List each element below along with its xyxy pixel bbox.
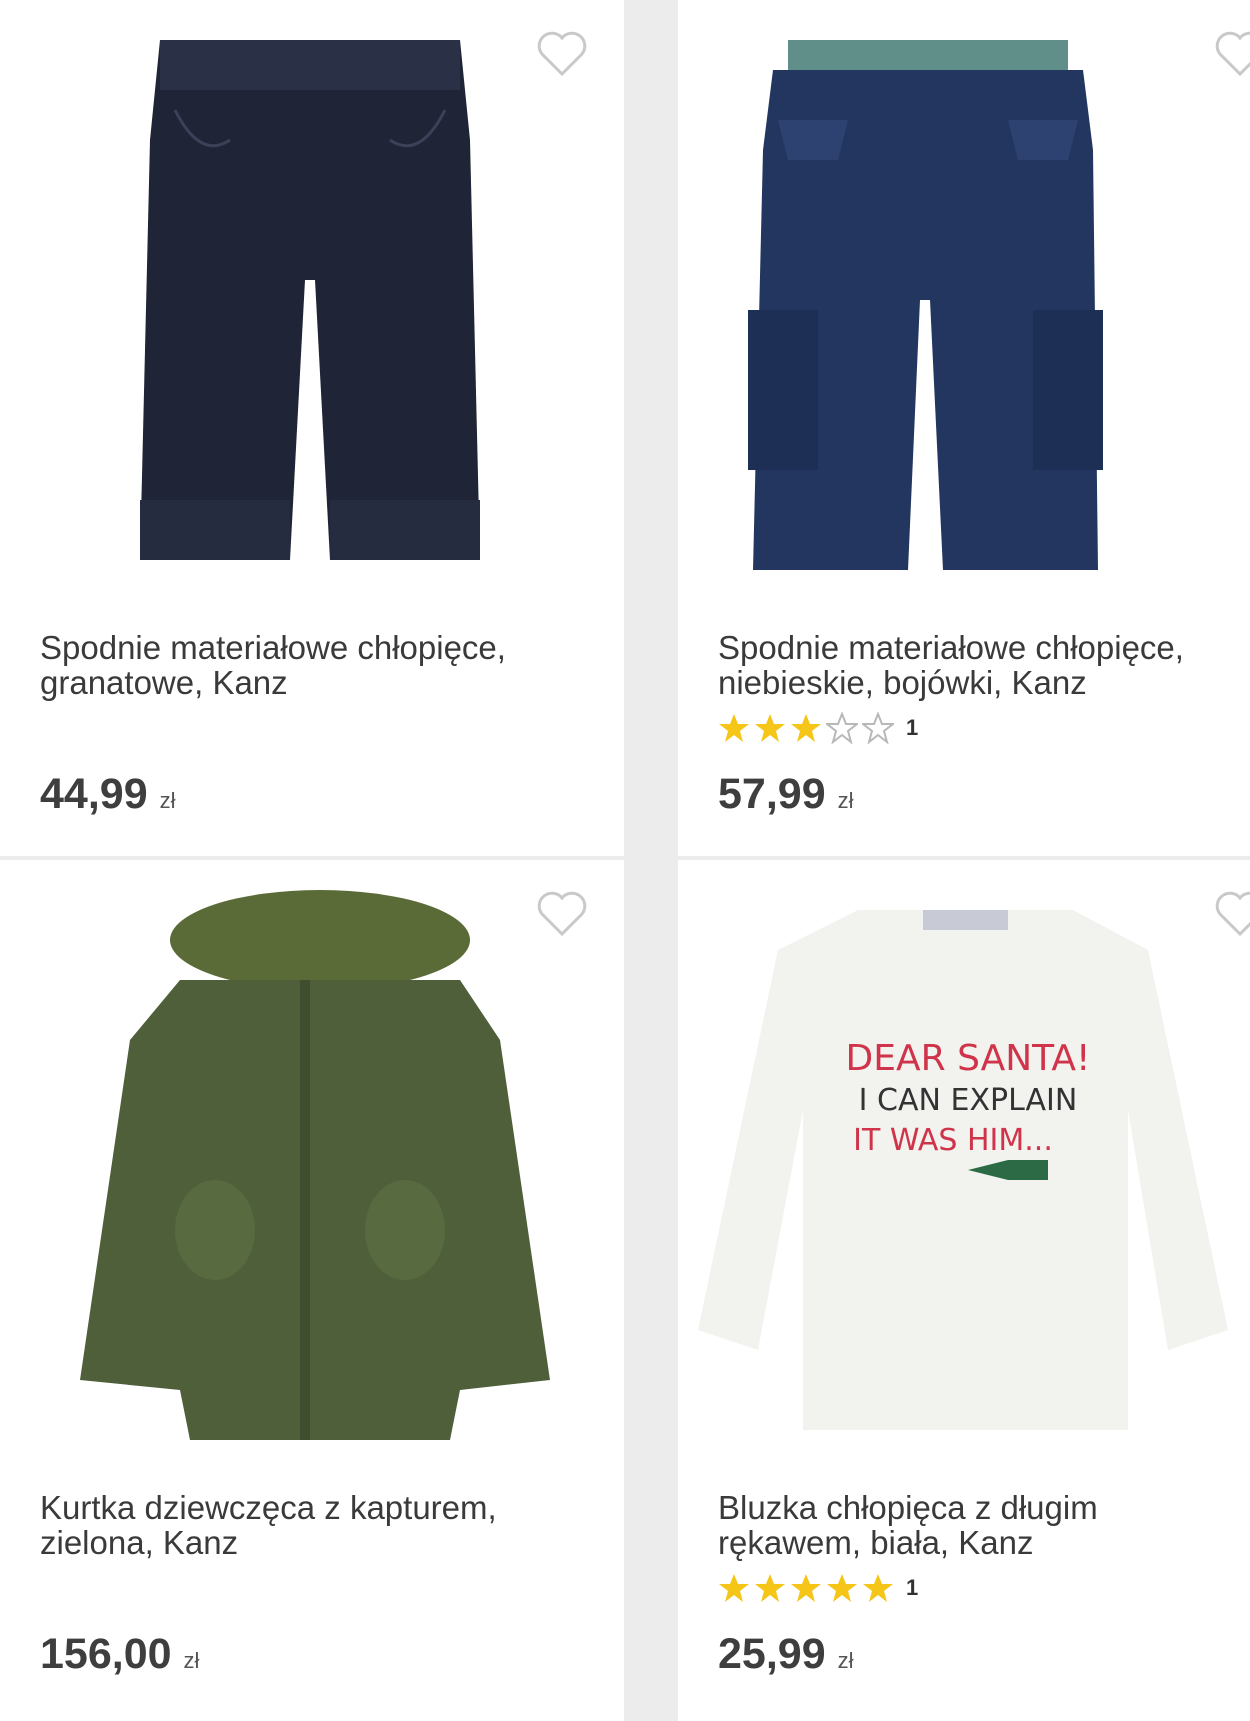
product-image[interactable]: DEAR SANTA! I CAN EXPLAIN IT WAS HIM... bbox=[678, 860, 1250, 1460]
product-image[interactable] bbox=[0, 0, 624, 600]
star-filled-icon bbox=[826, 1572, 858, 1604]
product-image[interactable] bbox=[678, 0, 1250, 600]
rating-count: 1 bbox=[906, 715, 919, 740]
favorite-heart-icon[interactable] bbox=[1214, 890, 1250, 938]
product-price: 156,00 zł bbox=[40, 1630, 199, 1679]
product-image[interactable] bbox=[0, 860, 624, 1460]
price-currency: zł bbox=[837, 788, 854, 813]
star-filled-icon bbox=[754, 1572, 786, 1604]
print-line-1: DEAR SANTA! bbox=[846, 1038, 1091, 1079]
star-filled-icon bbox=[790, 1572, 822, 1604]
star-empty-icon bbox=[824, 711, 860, 745]
product-price: 44,99 zł bbox=[40, 770, 176, 819]
favorite-heart-icon[interactable] bbox=[1214, 30, 1250, 78]
rating-count: 1 bbox=[906, 1575, 919, 1600]
star-filled-icon bbox=[718, 712, 750, 744]
price-currency: zł bbox=[837, 1648, 854, 1673]
price-currency: zł bbox=[159, 788, 176, 813]
product-card[interactable]: Spodnie materiałowe chłopięce, niebieski… bbox=[678, 0, 1250, 856]
product-card[interactable]: Kurtka dziewczęca z kapturem, zielona, K… bbox=[0, 860, 624, 1721]
star-filled-icon bbox=[862, 1572, 894, 1604]
product-title[interactable]: Kurtka dziewczęca z kapturem, zielona, K… bbox=[40, 1490, 560, 1560]
product-title[interactable]: Spodnie materiałowe chłopięce, granatowe… bbox=[40, 630, 560, 700]
product-price: 25,99 zł bbox=[718, 1630, 854, 1679]
product-card[interactable]: Spodnie materiałowe chłopięce, granatowe… bbox=[0, 0, 624, 856]
product-price: 57,99 zł bbox=[718, 770, 854, 819]
product-rating: 1 bbox=[718, 710, 918, 746]
price-amount: 57,99 bbox=[718, 770, 826, 818]
favorite-heart-icon[interactable] bbox=[536, 30, 588, 78]
star-empty-icon bbox=[860, 711, 896, 745]
product-rating: 1 bbox=[718, 1570, 918, 1606]
product-title[interactable]: Spodnie materiałowe chłopięce, niebieski… bbox=[718, 630, 1238, 700]
price-amount: 25,99 bbox=[718, 1630, 826, 1678]
star-filled-icon bbox=[718, 1572, 750, 1604]
price-currency: zł bbox=[183, 1648, 200, 1673]
price-amount: 44,99 bbox=[40, 770, 148, 818]
price-amount: 156,00 bbox=[40, 1630, 172, 1678]
star-filled-icon bbox=[790, 712, 822, 744]
print-line-2: I CAN EXPLAIN bbox=[859, 1083, 1078, 1118]
favorite-heart-icon[interactable] bbox=[536, 890, 588, 938]
product-title[interactable]: Bluzka chłopięca z długim rękawem, biała… bbox=[718, 1490, 1238, 1560]
print-line-3: IT WAS HIM... bbox=[853, 1123, 1053, 1158]
star-filled-icon bbox=[754, 712, 786, 744]
product-card[interactable]: DEAR SANTA! I CAN EXPLAIN IT WAS HIM... … bbox=[678, 860, 1250, 1721]
